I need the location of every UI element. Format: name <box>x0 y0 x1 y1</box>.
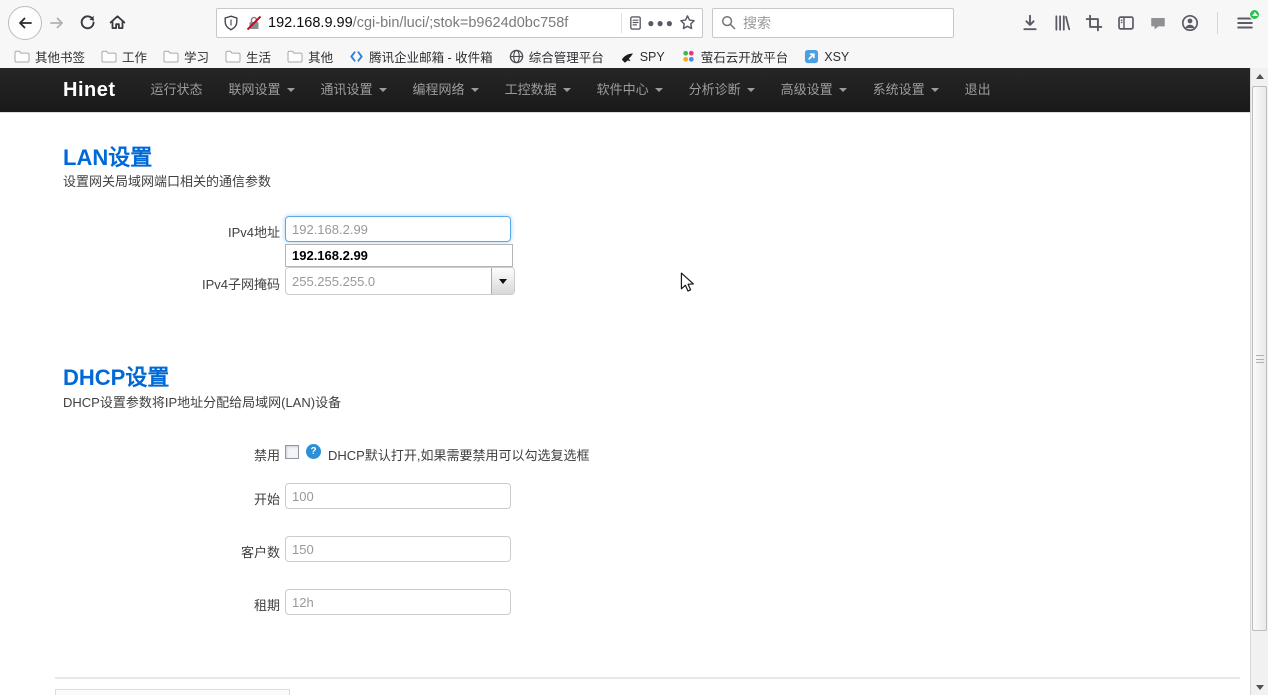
caret-down-icon <box>471 88 479 92</box>
scrollbar-grip-icon <box>1256 355 1264 363</box>
caret-down-icon <box>287 88 295 92</box>
dhcp-clients-label: 客户数 <box>80 542 280 561</box>
download-icon[interactable] <box>1021 14 1039 32</box>
nav-item-analysis-diagnosis[interactable]: 分析诊断 <box>676 68 768 112</box>
nav-item-comm-setup[interactable]: 通讯设置 <box>308 68 400 112</box>
bookmark-ys7-open-platform[interactable]: 萤石云开放平台 <box>673 47 797 66</box>
section-divider <box>55 677 1240 679</box>
page-scrollbar[interactable] <box>1250 68 1268 695</box>
nav-item-network-setup[interactable]: 联网设置 <box>216 68 308 112</box>
bookmark-folder-misc[interactable]: 其他 <box>279 47 341 66</box>
folder-icon <box>163 50 179 63</box>
bookmark-spy[interactable]: SPY <box>612 50 673 64</box>
nav-item-programming-network[interactable]: 编程网络 <box>400 68 492 112</box>
caret-down-icon <box>563 88 571 92</box>
xsy-icon <box>804 49 819 64</box>
folder-icon <box>225 50 241 63</box>
chevron-down-icon[interactable] <box>491 268 514 294</box>
dhcp-lease-label: 租期 <box>80 595 280 614</box>
url-text: 192.168.9.99/cgi-bin/luci/;stok=b9624d0b… <box>268 15 615 31</box>
library-icon[interactable] <box>1053 14 1071 32</box>
dhcp-section-subtitle: DHCP设置参数将IP地址分配给局域网(LAN)设备 <box>63 392 341 411</box>
dhcp-start-label: 开始 <box>80 489 280 508</box>
folder-icon <box>14 50 30 63</box>
dhcp-disable-label: 禁用 <box>80 445 280 464</box>
ipv4-address-input[interactable] <box>285 216 511 242</box>
reader-mode-icon[interactable] <box>628 15 643 31</box>
bookmark-star-icon[interactable] <box>679 14 696 31</box>
home-button[interactable] <box>102 8 132 38</box>
shield-icon[interactable] <box>223 15 239 31</box>
folder-icon <box>101 50 117 63</box>
dhcp-section-title: DHCP设置 <box>63 360 169 392</box>
bottom-partial-panel <box>55 689 290 695</box>
nav-item-logout[interactable]: 退出 <box>952 68 1004 112</box>
dhcp-lease-input[interactable] <box>285 589 511 615</box>
bookmark-folder-life[interactable]: 生活 <box>217 47 279 66</box>
forward-icon <box>49 15 65 31</box>
sidebar-icon[interactable] <box>1117 14 1135 32</box>
ipv4-suggestion-dropdown: 192.168.2.99 <box>285 244 513 267</box>
brand-logo[interactable]: Hinet <box>63 79 116 102</box>
reload-button[interactable] <box>72 8 102 38</box>
bookmark-folder-other-bookmarks[interactable]: 其他书签 <box>6 47 93 66</box>
lock-insecure-icon[interactable] <box>246 15 262 31</box>
nav-item-software-center[interactable]: 软件中心 <box>584 68 676 112</box>
lan-section-subtitle: 设置网关局域网端口相关的通信参数 <box>63 171 271 190</box>
tencent-mail-icon <box>349 49 364 64</box>
back-icon <box>17 15 33 31</box>
folder-icon <box>287 50 303 63</box>
scroll-down-button[interactable] <box>1251 679 1268 695</box>
suggestion-item[interactable]: 192.168.2.99 <box>286 245 512 266</box>
page-actions-icon[interactable]: ●●● <box>647 16 675 30</box>
back-button[interactable] <box>8 6 42 40</box>
netmask-select[interactable]: 255.255.255.0 <box>285 267 515 295</box>
caret-down-icon <box>839 88 847 92</box>
lan-section-title: LAN设置 <box>63 140 152 172</box>
bookmark-folder-study[interactable]: 学习 <box>155 47 217 66</box>
bookmark-management-platform[interactable]: 综合管理平台 <box>501 47 612 66</box>
scrollbar-thumb[interactable] <box>1252 86 1267 631</box>
account-icon[interactable] <box>1181 14 1199 32</box>
bookmark-xsy[interactable]: XSY <box>796 49 857 64</box>
home-icon <box>109 14 126 31</box>
main-navbar: Hinet 运行状态 联网设置 通讯设置 编程网络 工控数据 软件中心 分析诊断… <box>0 68 1250 112</box>
caret-down-icon <box>931 88 939 92</box>
dhcp-clients-input[interactable] <box>285 536 511 562</box>
globe-icon <box>509 49 524 64</box>
bookmark-folder-work[interactable]: 工作 <box>93 47 155 66</box>
reload-icon <box>79 14 96 31</box>
update-badge-icon <box>1249 9 1260 20</box>
bookmarks-bar: 其他书签 工作 学习 生活 其他 腾讯企业邮箱 - 收件箱 综合管理平台 SPY… <box>0 45 1268 68</box>
dhcp-disable-checkbox[interactable] <box>285 445 299 459</box>
spy-icon <box>620 50 635 64</box>
menu-button[interactable] <box>1236 14 1254 32</box>
search-input[interactable] <box>743 15 945 31</box>
search-icon <box>721 15 736 30</box>
help-icon: ? <box>306 444 321 459</box>
page-content: Hinet 运行状态 联网设置 通讯设置 编程网络 工控数据 软件中心 分析诊断… <box>0 68 1250 695</box>
ipv4-address-label: IPv4地址 <box>80 222 280 241</box>
messages-icon[interactable] <box>1149 14 1167 32</box>
browser-toolbar: 192.168.9.99/cgi-bin/luci/;stok=b9624d0b… <box>0 0 1268 45</box>
nav-item-advanced-settings[interactable]: 高级设置 <box>768 68 860 112</box>
netmask-label: IPv4子网掩码 <box>80 274 280 293</box>
caret-down-icon <box>655 88 663 92</box>
forward-button[interactable] <box>42 8 72 38</box>
dhcp-disable-hint: DHCP默认打开,如果需要禁用可以勾选复选框 <box>328 445 589 464</box>
caret-down-icon <box>379 88 387 92</box>
ys7-icon <box>681 49 696 64</box>
caret-down-icon <box>747 88 755 92</box>
url-bar[interactable]: 192.168.9.99/cgi-bin/luci/;stok=b9624d0b… <box>216 8 703 38</box>
dhcp-start-input[interactable] <box>285 483 511 509</box>
nav-item-status[interactable]: 运行状态 <box>138 68 216 112</box>
bookmark-tencent-mail[interactable]: 腾讯企业邮箱 - 收件箱 <box>341 47 501 66</box>
nav-item-industrial-data[interactable]: 工控数据 <box>492 68 584 112</box>
search-bar[interactable] <box>712 8 954 38</box>
scroll-up-button[interactable] <box>1251 68 1268 84</box>
nav-item-system-settings[interactable]: 系统设置 <box>860 68 952 112</box>
screenshot-icon[interactable] <box>1085 14 1103 32</box>
